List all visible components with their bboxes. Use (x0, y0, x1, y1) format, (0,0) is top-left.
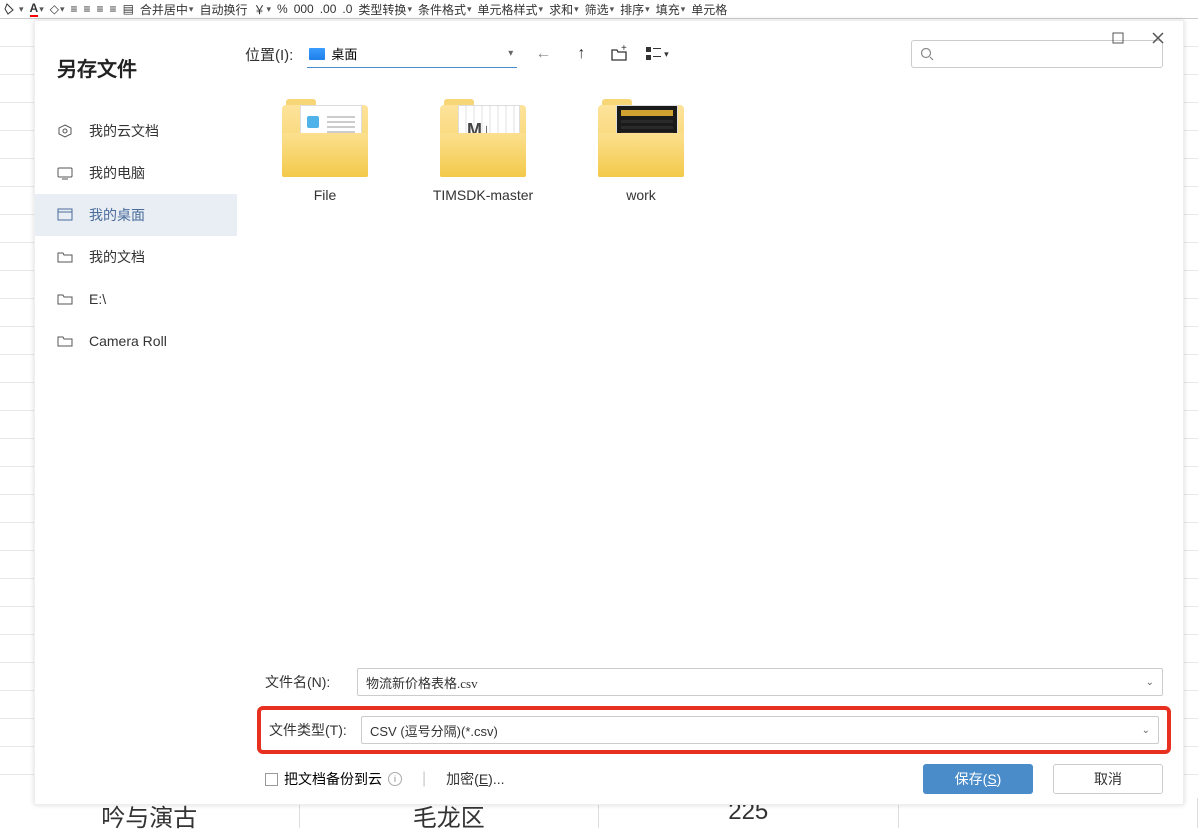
backup-label: 把文档备份到云 (284, 769, 382, 789)
font-color-icon[interactable]: A▾ (30, 1, 44, 17)
cancel-button[interactable]: 取消 (1053, 764, 1163, 794)
checkbox-icon (265, 773, 278, 786)
align-icon-3[interactable]: ≡ (97, 2, 104, 16)
close-button[interactable] (1143, 23, 1173, 53)
sidebar-item-documents[interactable]: 我的文档 (35, 236, 237, 278)
filter[interactable]: 筛选▾ (585, 1, 615, 18)
sidebar-item-camera-roll[interactable]: Camera Roll (35, 320, 237, 362)
filetype-value: CSV (逗号分隔)(*.csv) (370, 721, 498, 740)
currency-icon[interactable]: ￥▾ (253, 1, 271, 18)
cell-style[interactable]: 单元格样式▾ (478, 1, 544, 18)
computer-icon (57, 165, 73, 181)
info-icon[interactable]: i (388, 772, 402, 786)
sidebar-item-label: 我的云文档 (89, 121, 159, 141)
encrypt-link[interactable]: 加密(E)... (446, 769, 504, 789)
cond-format[interactable]: 条件格式▾ (418, 1, 472, 18)
chevron-down-icon: ⌄ (1146, 677, 1154, 688)
sort[interactable]: 排序▾ (620, 1, 650, 18)
file-grid[interactable]: File TIMSDK-master work (245, 61, 1183, 660)
fill-color-icon[interactable]: ▾ (4, 2, 24, 16)
type-convert[interactable]: 类型转换▾ (358, 1, 412, 18)
location-value: 桌面 (331, 44, 357, 63)
main-panel: 位置(I): 桌面 ▾ ← ↑ + ▾ (245, 21, 1183, 804)
sidebar-item-label: Camera Roll (89, 333, 167, 349)
sidebar: 另存文件 我的云文档 我的电脑 我的桌面 我的文档 (35, 21, 245, 804)
dialog-title: 另存文件 (35, 53, 245, 82)
filetype-highlight: 文件类型(T): CSV (逗号分隔)(*.csv) ⌄ (257, 706, 1171, 754)
folder-icon (57, 249, 73, 265)
sidebar-item-cloud-docs[interactable]: 我的云文档 (35, 110, 237, 152)
align-icon-4[interactable]: ≡ (110, 2, 117, 16)
view-icon (646, 47, 662, 61)
maximize-button[interactable] (1103, 23, 1133, 53)
folder-label: File (314, 187, 337, 203)
separator: | (422, 770, 426, 788)
desktop-icon (57, 207, 73, 223)
sidebar-item-computer[interactable]: 我的电脑 (35, 152, 237, 194)
cell-format[interactable]: 单元格 (691, 1, 727, 18)
folder-item[interactable]: File (261, 99, 389, 203)
save-button[interactable]: 保存(S) (923, 764, 1033, 794)
align-icon-2[interactable]: ≡ (84, 2, 91, 16)
filename-value: 物流新价格表格.csv (366, 673, 478, 692)
filename-input[interactable]: 物流新价格表格.csv ⌄ (357, 668, 1163, 696)
dec-dec-icon[interactable]: .0 (342, 2, 352, 16)
folder-icon (282, 99, 368, 177)
folder-label: TIMSDK-master (433, 187, 533, 203)
percent-icon[interactable]: % (277, 2, 288, 16)
cloud-icon (57, 123, 73, 139)
chevron-down-icon: ▾ (508, 48, 513, 59)
filetype-label: 文件类型(T): (269, 720, 361, 740)
inc-dec-icon[interactable]: .00 (320, 2, 337, 16)
backup-checkbox[interactable]: 把文档备份到云 i (265, 769, 402, 789)
comma-icon[interactable]: 000 (294, 2, 314, 16)
valign-icon[interactable]: ▤ (123, 2, 134, 16)
folder-item[interactable]: TIMSDK-master (419, 99, 547, 203)
chevron-down-icon: ⌄ (1142, 725, 1150, 736)
sidebar-item-label: E:\ (89, 291, 106, 307)
desktop-icon (309, 48, 325, 60)
chevron-down-icon: ▾ (664, 49, 669, 60)
save-as-dialog: 另存文件 我的云文档 我的电脑 我的桌面 我的文档 (34, 20, 1184, 805)
folder-icon (57, 333, 73, 349)
align-icon[interactable]: ≡ (71, 2, 78, 16)
sidebar-item-desktop[interactable]: 我的桌面 (35, 194, 237, 236)
maximize-icon (1112, 32, 1124, 44)
folder-icon (57, 291, 73, 307)
wrap-text[interactable]: 自动换行 (199, 1, 247, 18)
filename-label: 文件名(N): (265, 672, 357, 692)
sum[interactable]: 求和▾ (549, 1, 579, 18)
folder-icon (440, 99, 526, 177)
svg-text:+: + (621, 45, 627, 54)
merge-center[interactable]: 合并居中▾ (140, 1, 194, 18)
folder-icon (598, 99, 684, 177)
filetype-dropdown[interactable]: CSV (逗号分隔)(*.csv) ⌄ (361, 716, 1159, 744)
folder-label: work (626, 187, 656, 203)
sidebar-item-label: 我的桌面 (89, 205, 145, 225)
sidebar-item-label: 我的电脑 (89, 163, 145, 183)
location-dropdown[interactable]: 桌面 ▾ (307, 40, 517, 68)
fill[interactable]: 填充▾ (656, 1, 686, 18)
folder-item[interactable]: work (577, 99, 705, 203)
search-icon (920, 47, 934, 61)
sidebar-item-drive-e[interactable]: E:\ (35, 278, 237, 320)
background-toolbar: ▾ A▾ ◇▾ ≡ ≡ ≡ ≡ ▤ 合并居中▾ 自动换行 ￥▾ % 000 .0… (0, 0, 1198, 19)
sidebar-item-label: 我的文档 (89, 247, 145, 267)
close-icon (1152, 32, 1164, 44)
bucket-icon[interactable]: ◇▾ (50, 2, 65, 16)
